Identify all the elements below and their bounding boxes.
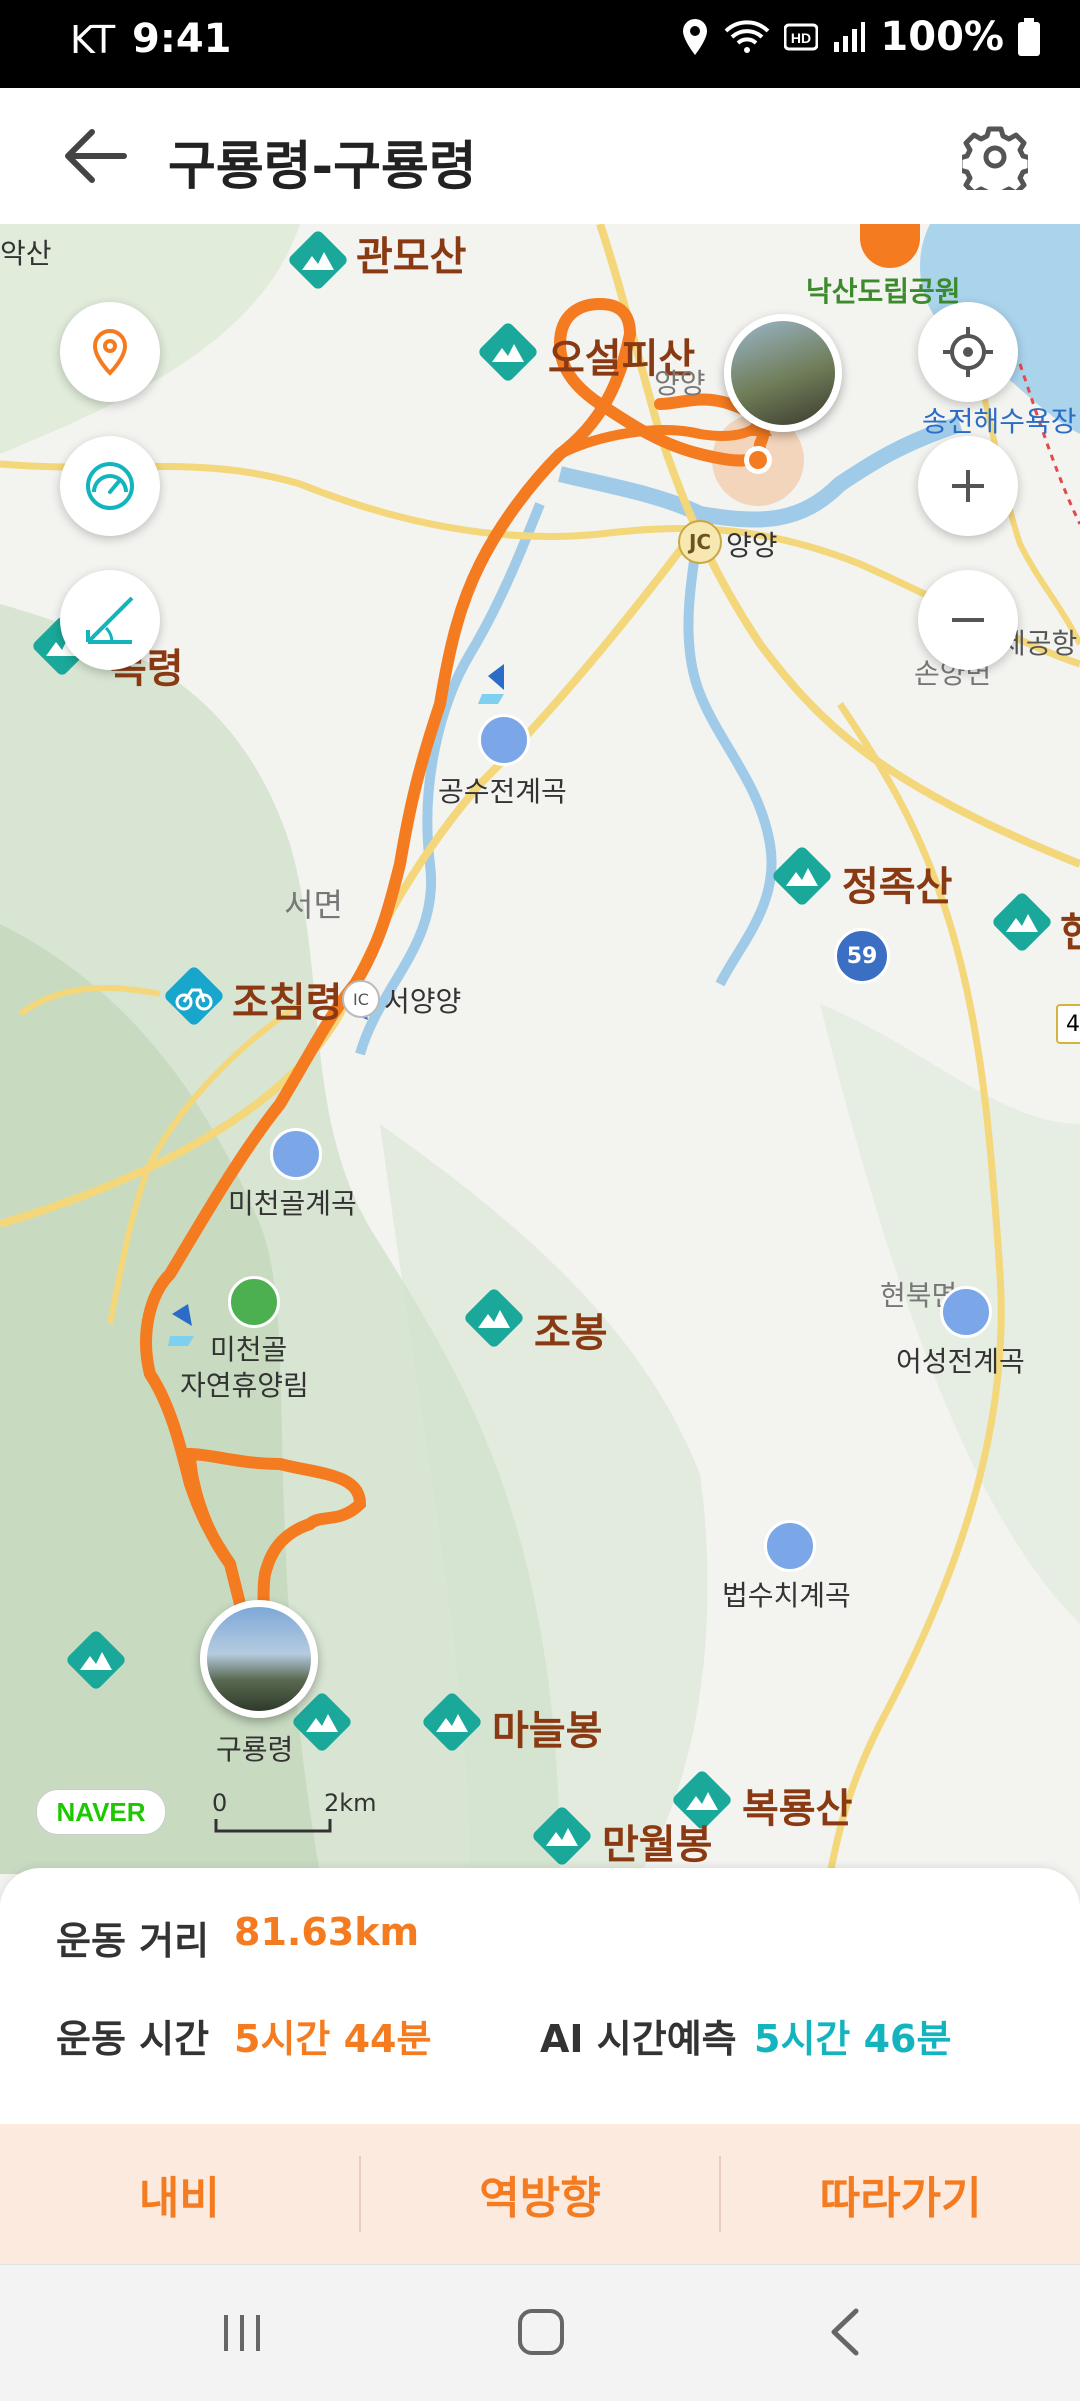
mountain-poi-icon[interactable] bbox=[476, 320, 540, 384]
navi-button[interactable]: 내비 bbox=[0, 2124, 359, 2264]
map-label-jochimryeong: 조침령 bbox=[232, 980, 343, 1026]
jc-badge: JC bbox=[678, 520, 722, 564]
map-label-michengol-valley: 미천골계곡 bbox=[228, 1187, 357, 1220]
clock: 9:41 bbox=[132, 16, 232, 62]
minus-icon bbox=[952, 618, 984, 622]
page-title: 구룡령-구룡령 bbox=[168, 137, 477, 197]
location-status-icon bbox=[683, 19, 708, 55]
map-label-right-edge-peak: 현 bbox=[1060, 910, 1080, 956]
map-label-aksan: 악산 bbox=[0, 237, 52, 270]
route-59-label: 59 bbox=[846, 943, 878, 969]
map-label-songjeon: 송전해수욕장 bbox=[922, 405, 1077, 438]
distance-value: 81.63km bbox=[234, 1910, 420, 1954]
map-label-michengol-forest-2: 자연휴양림 bbox=[180, 1369, 309, 1402]
map-label-michengol-forest-1: 미천골 bbox=[210, 1333, 288, 1366]
follow-button[interactable]: 따라가기 bbox=[721, 2124, 1080, 2264]
mountain-poi-icon[interactable] bbox=[286, 228, 350, 292]
battery-percent: 100% bbox=[880, 14, 1004, 60]
photo-marker-start[interactable] bbox=[200, 1600, 318, 1718]
elevation-icon bbox=[86, 596, 134, 644]
forest-poi-icon[interactable] bbox=[228, 1276, 280, 1328]
mountain-poi-icon[interactable] bbox=[420, 1690, 484, 1754]
status-bar: KT 9:41 HD 100% bbox=[0, 0, 1080, 88]
map-label-gwanmosan: 관모산 bbox=[356, 234, 467, 280]
map-label-beopsuchi: 법수치계곡 bbox=[722, 1579, 851, 1612]
recent-apps-icon[interactable] bbox=[218, 2309, 266, 2357]
gear-icon[interactable] bbox=[962, 124, 1028, 190]
speedometer-icon bbox=[86, 462, 134, 510]
carrier-label: KT bbox=[70, 18, 116, 62]
map-label-jeongjoksan: 정족산 bbox=[842, 864, 953, 910]
map-scale: 0 2km bbox=[212, 1789, 392, 1839]
wifi-icon bbox=[725, 20, 770, 53]
map-label-maneulbong: 마늘봉 bbox=[492, 1708, 603, 1754]
battery-icon bbox=[1018, 18, 1040, 56]
mountain-poi-icon[interactable] bbox=[990, 890, 1054, 954]
mountain-poi-icon[interactable] bbox=[64, 1628, 128, 1692]
ai-time-value: 5시간 46분 bbox=[754, 2017, 952, 2061]
mountain-poi-icon[interactable] bbox=[462, 1286, 526, 1350]
mountain-poi-icon[interactable] bbox=[770, 844, 834, 908]
waypoint-button[interactable] bbox=[60, 302, 160, 402]
route-direction-marker bbox=[478, 664, 504, 704]
map-label-bokryongsan: 복룡산 bbox=[742, 1786, 853, 1832]
crosshair-icon bbox=[943, 327, 993, 377]
home-icon[interactable] bbox=[516, 2307, 566, 2357]
recenter-button[interactable] bbox=[918, 302, 1018, 402]
signal-icon bbox=[834, 22, 866, 52]
map-label-manwolbong: 만월봉 bbox=[602, 1822, 713, 1868]
valley-poi-icon[interactable] bbox=[270, 1128, 322, 1180]
zoom-out-button[interactable] bbox=[918, 570, 1018, 670]
map-label-yangyang-jc: 양양 bbox=[726, 529, 778, 562]
photo-marker-end[interactable] bbox=[724, 314, 842, 432]
system-nav-bar bbox=[0, 2264, 1080, 2401]
status-icons: HD 100% bbox=[680, 14, 1040, 60]
mountain-poi-icon[interactable] bbox=[530, 1804, 594, 1868]
speedometer-button[interactable] bbox=[60, 436, 160, 536]
map-label-naksan: 낙산도립공원 bbox=[806, 275, 961, 308]
ic-badge: IC bbox=[342, 980, 380, 1018]
location-pin-icon bbox=[92, 328, 128, 376]
route-map[interactable]: 관모산 악산 오설피산 낙산도립공원 송전해수욕장 양양 JC 양양 목령 제공… bbox=[0, 224, 1080, 1874]
time-value: 5시간 44분 bbox=[234, 2017, 432, 2061]
jc-label: JC bbox=[688, 530, 712, 554]
valley-poi-icon[interactable] bbox=[940, 1286, 992, 1338]
map-label-guryong: 구룡령 bbox=[216, 1733, 294, 1766]
action-bar: 내비 역방향 따라가기 bbox=[0, 2124, 1080, 2264]
back-nav-icon[interactable] bbox=[826, 2307, 866, 2357]
distance-label: 운동 거리 bbox=[56, 1919, 210, 1963]
time-label: 운동 시간 bbox=[56, 2017, 210, 2061]
map-label-seoyangyang: 서양양 bbox=[384, 985, 462, 1018]
ai-time-label: AI 시간예측 bbox=[540, 2017, 737, 2061]
valley-poi-icon[interactable] bbox=[764, 1520, 816, 1572]
svg-text:HD: HD bbox=[791, 30, 811, 46]
elevation-button[interactable] bbox=[60, 570, 160, 670]
map-label-seomyeon: 서면 bbox=[284, 886, 343, 924]
map-label-jobong: 조봉 bbox=[534, 1310, 608, 1356]
zoom-in-button[interactable] bbox=[918, 436, 1018, 536]
ic-label: IC bbox=[353, 989, 369, 1009]
route-4-label: 4 bbox=[1066, 1011, 1080, 1037]
map-base bbox=[0, 224, 1080, 1874]
map-label-yangyang-town: 양양 bbox=[654, 367, 706, 400]
naver-logo: NAVER bbox=[36, 1789, 166, 1835]
bicycle-pass-poi-icon[interactable] bbox=[162, 964, 226, 1028]
route-stats-panel: 운동 거리 81.63km 운동 시간 5시간 44분 AI 시간예측 5시간 … bbox=[0, 1868, 1080, 2124]
valley-poi-icon[interactable] bbox=[478, 714, 530, 766]
scale-distance: 2km bbox=[324, 1789, 377, 1817]
back-arrow-icon[interactable] bbox=[60, 126, 130, 186]
plus-icon bbox=[952, 470, 984, 502]
route-59-badge: 59 bbox=[834, 928, 890, 984]
map-label-gongsujeon: 공수전계곡 bbox=[438, 775, 567, 808]
scale-zero: 0 bbox=[212, 1789, 228, 1817]
hd-icon: HD bbox=[784, 23, 819, 51]
map-label-eoseong: 어성전계곡 bbox=[896, 1345, 1025, 1378]
route-4-badge: 4 bbox=[1056, 1004, 1080, 1044]
reverse-button[interactable]: 역방향 bbox=[361, 2124, 720, 2264]
top-app-bar: 구룡령-구룡령 bbox=[0, 88, 1080, 225]
